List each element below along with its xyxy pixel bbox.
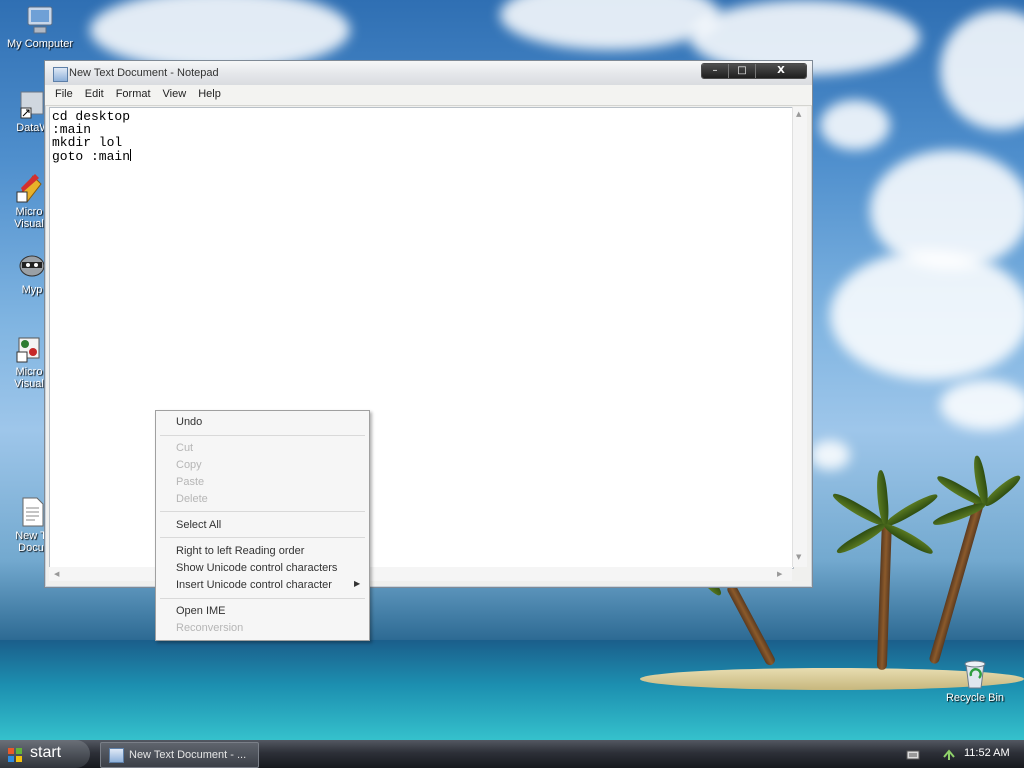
menu-separator [160,537,365,538]
system-tray: 11:52 AM [896,740,1024,768]
title-bar[interactable]: New Text Document - Notepad – □ X [45,61,812,85]
close-button[interactable]: X [756,64,806,78]
menu-file[interactable]: File [49,85,79,105]
submenu-arrow-icon: ▶ [354,579,361,588]
taskbar-item-label: New Text Document - ... [129,749,247,761]
taskbar: start New Text Document - ... 11:52 AM [0,740,1024,768]
desktop-icon-label: My Computer [6,38,74,50]
desktop-icon-label: Recycle Bin [945,692,1005,704]
clock[interactable]: 11:52 AM [964,747,1010,759]
cloud [830,250,1024,380]
cloud [940,10,1024,130]
text-caret [130,149,132,161]
palm-frond [882,490,940,530]
windows-logo-icon [8,747,22,762]
scroll-down-arrow-icon[interactable]: ▼ [796,553,801,561]
menu-item-rtl-reading-order[interactable]: Right to left Reading order [176,545,304,557]
menu-separator [160,511,365,512]
menu-item-select-all[interactable]: Select All [176,519,221,531]
cloud [810,440,850,470]
cloud [820,100,890,150]
keyboard-icon[interactable] [906,747,920,766]
menu-format[interactable]: Format [110,85,157,105]
menu-item-open-ime[interactable]: Open IME [176,605,226,617]
menu-help[interactable]: Help [192,85,227,105]
cloud [500,0,720,50]
menu-item-cut: Cut [176,442,194,454]
menu-item-paste: Paste [176,476,205,488]
start-button[interactable]: start [0,740,90,768]
desktop-icon-recycle-bin[interactable]: Recycle Bin [938,658,1012,704]
text-document-icon [15,496,47,528]
editor-content: cd desktop :main mkdir lol goto :main [52,109,131,164]
notepad-icon [109,748,124,763]
network-icon[interactable] [942,746,956,765]
window-controls: – □ X [701,63,807,79]
window-title: New Text Document - Notepad [69,67,219,79]
taskbar-item-notepad[interactable]: New Text Document - ... [100,742,259,768]
start-label: start [30,744,62,761]
menu-item-show-unicode-control[interactable]: Show Unicode control characters [176,562,337,574]
menu-item-reconversion: Reconversion [176,622,244,634]
context-menu: Undo Cut Copy Paste Delete Select All Ri… [155,410,370,641]
menu-item-insert-unicode-control[interactable]: Insert Unicode control character [176,579,332,591]
menu-separator [160,435,365,436]
menu-bar: File Edit Format View Help [45,85,812,106]
menu-view[interactable]: View [157,85,193,105]
notepad-icon [53,67,68,82]
menu-separator [160,598,365,599]
vertical-scrollbar[interactable]: ▲ ▼ [792,107,807,567]
menu-item-undo[interactable]: Undo [176,416,202,428]
menu-item-delete: Delete [176,493,208,505]
computer-icon [24,4,56,36]
cloud [940,380,1024,430]
palm-frond [834,520,888,557]
menu-item-copy: Copy [176,459,202,471]
palm-frond [981,472,1023,509]
recycle-bin-icon [959,658,991,690]
scroll-right-arrow-icon[interactable]: ▶ [777,570,782,578]
sea [0,640,1024,740]
visual-studio-icon [13,172,45,204]
scroll-left-arrow-icon[interactable]: ◀ [54,570,59,578]
menu-edit[interactable]: Edit [79,85,110,105]
minimize-button[interactable]: – [702,64,729,78]
scroll-up-arrow-icon[interactable]: ▲ [796,110,801,118]
maximize-button[interactable]: □ [729,64,756,78]
visual-studio-icon [13,332,45,364]
desktop-icon-my-computer[interactable]: My Computer [3,4,77,50]
